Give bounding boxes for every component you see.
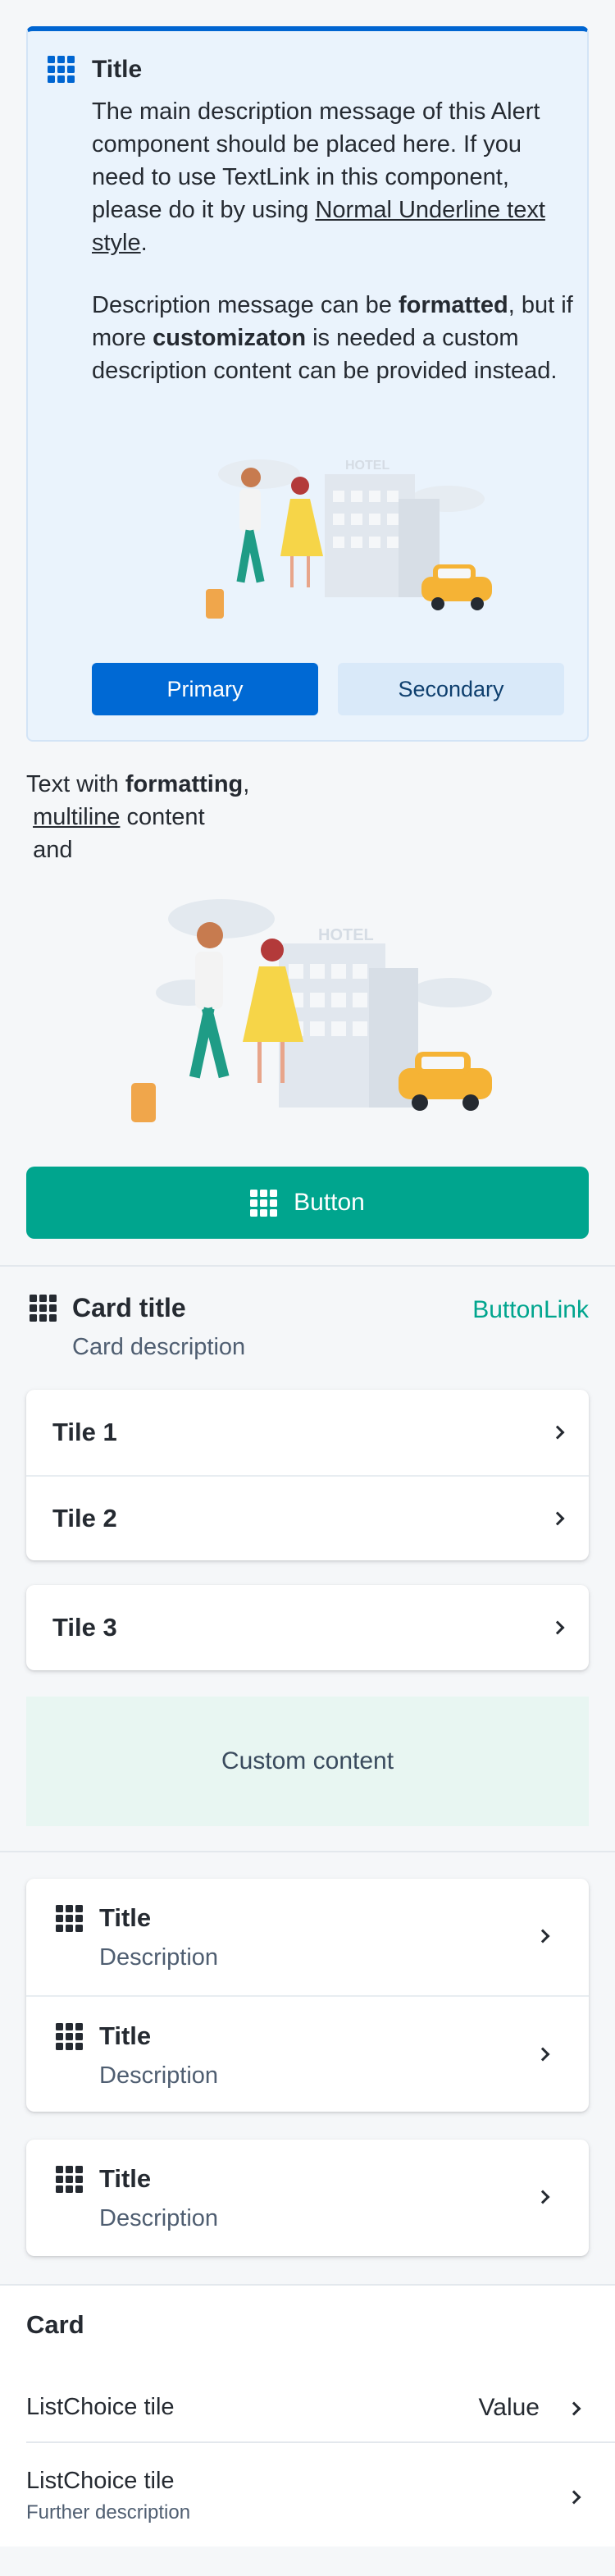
hotel-sign: HOTEL	[345, 459, 390, 473]
icon-tile[interactable]: Title Description	[26, 1879, 589, 1995]
hotel-sign-large: HOTEL	[318, 926, 374, 944]
chevron-right-icon	[550, 1511, 565, 1526]
primary-button[interactable]: Primary	[92, 663, 318, 715]
divider	[0, 1851, 615, 1852]
grid-icon	[56, 2023, 83, 2050]
tile-2[interactable]: Tile 2	[26, 1475, 589, 1560]
card-button-link[interactable]: ButtonLink	[472, 1296, 589, 1324]
grid-icon	[30, 1295, 57, 1322]
tile-group: Tile 1 Tile 2	[26, 1390, 589, 1560]
custom-content: Custom content	[26, 1697, 589, 1826]
tile-description: Description	[99, 2205, 219, 2231]
alert: Title The main description message of th…	[26, 26, 589, 742]
formatted-text: Text with formatting, multiline content …	[26, 771, 250, 863]
main-button-label: Button	[294, 1189, 365, 1216]
chevron-right-icon	[550, 1425, 565, 1440]
card-title: Card	[26, 2310, 84, 2339]
tile-description: Description	[99, 1944, 219, 1971]
tile-3[interactable]: Tile 3	[26, 1585, 589, 1670]
tile-description: Description	[99, 2062, 219, 2089]
divider	[26, 2441, 615, 2443]
formatted-underline: multiline	[33, 804, 121, 830]
tile-title: Title	[99, 2164, 152, 2193]
tile-label: Tile 2	[52, 1504, 117, 1532]
icon-tile-single[interactable]: Title Description	[26, 2140, 589, 2256]
travel-illustration-large: HOTEL	[131, 899, 492, 1122]
list-choice-label: ListChoice tile	[26, 2468, 175, 2494]
divider	[0, 1265, 615, 1267]
card-description: Card description	[72, 1334, 246, 1360]
icon-tile-group: Title Description Title Description	[26, 1879, 589, 2112]
tile-title: Title	[99, 1903, 152, 1932]
icon-tile[interactable]: Title Description	[26, 1995, 589, 2112]
grid-icon	[56, 1905, 83, 1932]
alert-description-formatted: Description message can be formatted, bu…	[92, 292, 573, 384]
tile-1[interactable]: Tile 1	[26, 1390, 589, 1475]
list-choice-description: Further description	[26, 2501, 191, 2523]
card-title: Card title	[72, 1293, 186, 1322]
grid-icon	[56, 2166, 83, 2193]
tile-label: Tile 1	[52, 1418, 117, 1446]
tile-title: Title	[99, 2021, 152, 2050]
list-choice-tile[interactable]: ListChoice tile Value	[26, 2394, 589, 2427]
alert-description: The main description message of this Ale…	[92, 98, 545, 256]
grid-icon	[48, 56, 75, 83]
travel-illustration: HOTEL	[206, 459, 492, 619]
tile-label: Tile 3	[52, 1613, 117, 1642]
list-choice-tile[interactable]: ListChoice tile Further description	[26, 2468, 589, 2525]
alert-title: Title	[92, 56, 143, 83]
chevron-right-icon	[550, 1620, 565, 1635]
list-choice-value: Value	[478, 2394, 540, 2421]
grid-icon	[250, 1189, 278, 1217]
secondary-button[interactable]: Secondary	[338, 663, 564, 715]
main-button[interactable]: Button	[26, 1167, 589, 1239]
